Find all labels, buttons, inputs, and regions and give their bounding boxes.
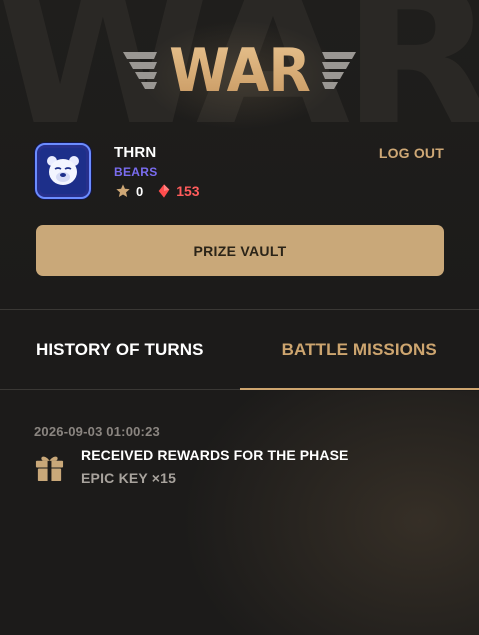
entry-reward: EPIC KEY ×15 [81,470,177,486]
team-name: BEARS [114,165,158,179]
tab-battle-missions[interactable]: BATTLE MISSIONS [239,310,479,390]
user-profile: THRN BEARS 0 153 LOG OUT [35,143,444,201]
prize-vault-button[interactable]: PRIZE VAULT [36,225,444,276]
stars-count: 0 [136,183,144,199]
logo-text: WAR [169,36,311,106]
war-logo: WAR [0,38,479,104]
tab-bar: HISTORY OF TURNS BATTLE MISSIONS [0,310,479,390]
header: WAR WAR [0,0,479,310]
history-list: 2026-09-03 01:00:23 RECEIVED REWARDS FOR… [0,391,479,635]
user-stats: 0 153 [114,182,200,200]
entry-timestamp: 2026-09-03 01:00:23 [34,424,160,439]
left-wing-icon [122,52,157,89]
avatar[interactable] [35,143,91,199]
bear-face-icon [47,156,79,185]
gem-icon [155,183,172,200]
logout-button[interactable]: LOG OUT [379,145,444,161]
star-icon [114,183,131,200]
app-root: WAR WAR [0,0,479,635]
entry-title: RECEIVED REWARDS FOR THE PHASE [81,447,349,463]
gift-icon [35,456,64,482]
right-wing-icon [322,52,357,89]
tab-history-of-turns[interactable]: HISTORY OF TURNS [0,310,240,389]
user-name: THRN [114,144,157,161]
gems-count: 153 [176,183,200,199]
